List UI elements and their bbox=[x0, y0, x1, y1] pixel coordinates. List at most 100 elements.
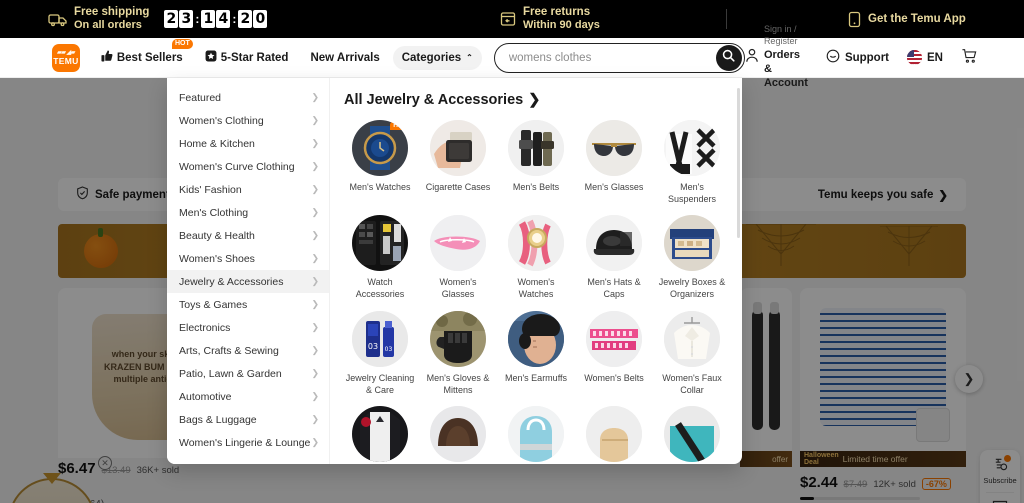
account-menu[interactable]: Sign in / Register Orders & Account bbox=[745, 24, 808, 90]
dd-cat-label: Women's Clothing bbox=[179, 114, 264, 127]
promo-free-returns[interactable]: Free returns Within 90 days bbox=[500, 5, 600, 33]
dd-cat-mens-clothing[interactable]: Men's Clothing ❯ bbox=[167, 201, 329, 224]
tile-watch-accessories[interactable]: Watch Accessories bbox=[344, 215, 416, 300]
header-right-actions: Sign in / Register Orders & Account Supp… bbox=[745, 24, 978, 90]
search-input[interactable] bbox=[508, 51, 716, 64]
tile-label: Women's Watches bbox=[517, 277, 555, 300]
nav-new-arrivals[interactable]: New Arrivals bbox=[301, 46, 388, 70]
support-button[interactable]: Support bbox=[826, 49, 889, 66]
search-bar[interactable] bbox=[493, 42, 745, 73]
tile-mens-glasses[interactable]: Men's Glasses bbox=[578, 120, 650, 205]
tile-row4-4[interactable] bbox=[578, 405, 650, 464]
dd-cat-electronics[interactable]: Electronics ❯ bbox=[167, 316, 329, 339]
thumbnail-tuxedo bbox=[352, 405, 408, 462]
tile-mens-hats-caps[interactable]: Men's Hats & Caps bbox=[578, 215, 650, 300]
tile-label: Men's Belts bbox=[512, 182, 560, 192]
tile-jewelry-cleaning-care[interactable]: 03 03 Jewelry Cleaning & Care bbox=[344, 310, 416, 396]
dd-cat-label: Home & Kitchen bbox=[179, 137, 255, 150]
box-return-icon bbox=[500, 11, 516, 27]
support-smile-icon bbox=[826, 49, 840, 66]
tile-mens-watches[interactable]: HOT Men's Watches bbox=[344, 120, 416, 205]
tile-womens-faux-collar[interactable]: Women's Faux Collar bbox=[656, 310, 728, 396]
thumbnail-womens-watches bbox=[508, 215, 564, 272]
thumbnail-mens-belts bbox=[508, 120, 564, 176]
dropdown-subcategory-panel: All Jewelry & Accessories ❯ HOT Men's Wa… bbox=[330, 78, 742, 464]
dropdown-panel-title[interactable]: All Jewelry & Accessories ❯ bbox=[344, 92, 742, 108]
tile-mens-earmuffs[interactable]: Men's Earmuffs bbox=[500, 310, 572, 396]
dd-cat-toys-games[interactable]: Toys & Games ❯ bbox=[167, 293, 329, 316]
chevron-right-icon: ❯ bbox=[311, 414, 319, 424]
promo-free-shipping[interactable]: Free shipping On all orders 2 3 : 1 4 : … bbox=[48, 5, 268, 33]
dd-cat-label: Bags & Luggage bbox=[179, 413, 257, 426]
dd-cat-label: Jewelry & Accessories bbox=[179, 275, 284, 288]
temu-logo[interactable]: ▰▰ ◢▰ TEMU bbox=[52, 43, 80, 72]
thumbnail-beige bbox=[586, 405, 642, 462]
language-selector[interactable]: EN bbox=[907, 50, 943, 65]
nav-5-star-rated[interactable]: 5-Star Rated bbox=[196, 44, 298, 71]
hot-badge: HOT bbox=[390, 121, 408, 130]
thumbnail-mens-watches: HOT bbox=[352, 120, 408, 176]
dd-cat-kids-fashion[interactable]: Kids' Fashion ❯ bbox=[167, 178, 329, 201]
chevron-right-icon: ❯ bbox=[311, 92, 319, 102]
promo-returns-line2: Within 90 days bbox=[523, 19, 600, 32]
dd-cat-womens-curve-clothing[interactable]: Women's Curve Clothing ❯ bbox=[167, 155, 329, 178]
dd-cat-home-kitchen[interactable]: Home & Kitchen ❯ bbox=[167, 132, 329, 155]
chevron-right-icon: ❯ bbox=[311, 276, 319, 286]
chevron-right-icon: ❯ bbox=[311, 391, 319, 401]
thumbnail-mens-earmuffs bbox=[508, 310, 564, 367]
dd-cat-featured[interactable]: Featured ❯ bbox=[167, 86, 329, 109]
search-button[interactable] bbox=[715, 44, 742, 71]
chevron-up-icon: ⌃ bbox=[466, 53, 473, 62]
thumbnail-watch-accessories bbox=[352, 215, 408, 272]
tile-row4-2[interactable] bbox=[422, 405, 494, 464]
countdown-sep-1: : bbox=[195, 12, 200, 26]
thumbnail-cigarette-cases bbox=[430, 120, 486, 176]
tile-cigarette-cases[interactable]: Cigarette Cases bbox=[422, 120, 494, 205]
thumbnail-womens-glasses bbox=[430, 215, 486, 272]
promo-shipping-line2: On all orders bbox=[74, 19, 142, 32]
dd-cat-womens-lingerie-lounge[interactable]: Women's Lingerie & Lounge ❯ bbox=[167, 431, 329, 454]
nav-categories[interactable]: Categories ⌃ bbox=[392, 45, 482, 70]
main-header: ▰▰ ◢▰ TEMU Best Sellers HOT 5-Star Rated bbox=[0, 24, 1024, 89]
tile-womens-glasses[interactable]: Women's Glasses bbox=[422, 215, 494, 300]
chevron-right-icon: ❯ bbox=[311, 437, 319, 447]
countdown-s2: 0 bbox=[253, 10, 268, 28]
hot-badge: HOT bbox=[171, 39, 193, 50]
dd-cat-label: Automotive bbox=[179, 390, 232, 403]
dropdown-scrollbar[interactable] bbox=[737, 88, 740, 238]
thumbs-up-icon bbox=[101, 50, 113, 65]
tile-label: Jewelry Boxes & Organizers bbox=[658, 277, 726, 300]
thumbnail-mens-hats-caps bbox=[586, 215, 642, 272]
tile-row4-1[interactable] bbox=[344, 405, 416, 464]
thumbnail-jewelry-boxes bbox=[664, 215, 720, 272]
dd-cat-jewelry-accessories[interactable]: Jewelry & Accessories ❯ bbox=[167, 270, 329, 293]
thumbnail-teal bbox=[664, 405, 720, 462]
shipping-countdown: 2 3 : 1 4 : 2 0 bbox=[164, 10, 268, 28]
tile-mens-gloves-mittens[interactable]: Men's Gloves & Mittens bbox=[422, 310, 494, 396]
tile-mens-belts[interactable]: Men's Belts bbox=[500, 120, 572, 205]
tile-jewelry-boxes-organizers[interactable]: Jewelry Boxes & Organizers bbox=[656, 215, 728, 300]
dd-cat-arts-crafts-sewing[interactable]: Arts, Crafts & Sewing ❯ bbox=[167, 339, 329, 362]
nav-best-sellers[interactable]: Best Sellers HOT bbox=[92, 39, 193, 71]
tile-label: Men's Earmuffs bbox=[504, 372, 568, 383]
tile-womens-belts[interactable]: Women's Belts bbox=[578, 310, 650, 396]
thumbnail-hair bbox=[430, 405, 486, 462]
dd-cat-womens-clothing[interactable]: Women's Clothing ❯ bbox=[167, 109, 329, 132]
dropdown-category-list: Featured ❯ Women's Clothing ❯ Home & Kit… bbox=[167, 78, 330, 464]
tile-womens-watches[interactable]: Women's Watches bbox=[500, 215, 572, 300]
dd-cat-patio-lawn-garden[interactable]: Patio, Lawn & Garden ❯ bbox=[167, 362, 329, 385]
tile-mens-suspenders[interactable]: Men's Suspenders bbox=[656, 120, 728, 205]
cart-button[interactable] bbox=[961, 48, 978, 67]
tile-label: Watch Accessories bbox=[355, 277, 405, 300]
dd-cat-label: Arts, Crafts & Sewing bbox=[179, 344, 279, 357]
language-label: EN bbox=[927, 51, 943, 64]
chevron-right-icon: ❯ bbox=[311, 138, 319, 148]
dd-cat-beauty-health[interactable]: Beauty & Health ❯ bbox=[167, 224, 329, 247]
chevron-right-icon: ❯ bbox=[311, 345, 319, 355]
tile-row4-5[interactable] bbox=[656, 405, 728, 464]
countdown-h2: 3 bbox=[179, 10, 194, 28]
dd-cat-bags-luggage[interactable]: Bags & Luggage ❯ bbox=[167, 408, 329, 431]
dd-cat-automotive[interactable]: Automotive ❯ bbox=[167, 385, 329, 408]
dd-cat-womens-shoes[interactable]: Women's Shoes ❯ bbox=[167, 247, 329, 270]
tile-row4-3[interactable] bbox=[500, 405, 572, 464]
